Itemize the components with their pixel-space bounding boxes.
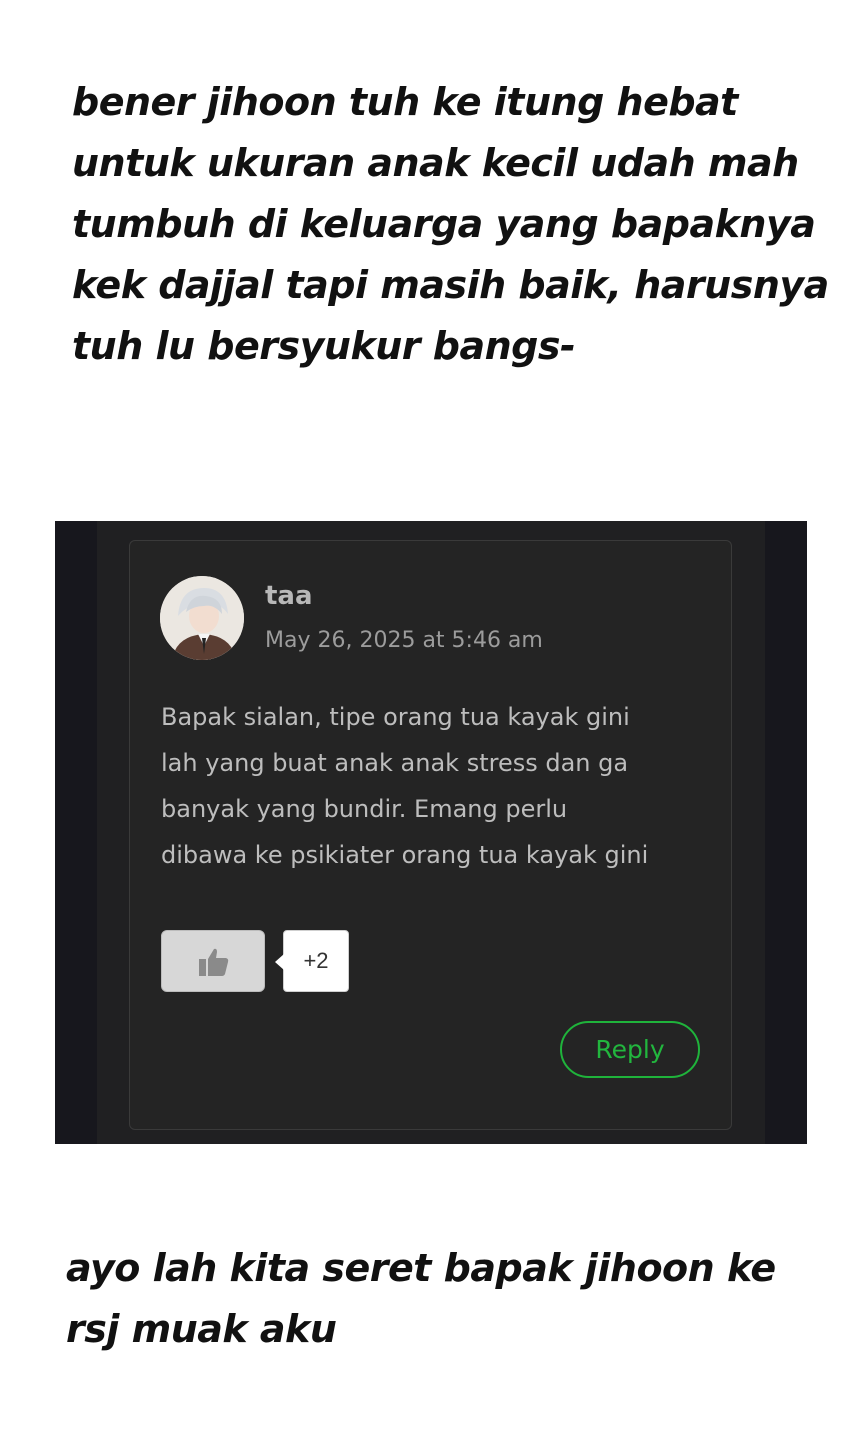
- caption-line: ayo lah kita seret bapak jihoon ke: [66, 1246, 776, 1290]
- comment-date[interactable]: May 26, 2025 at 5:46 am: [265, 628, 543, 653]
- caption-line: rsj muak aku: [66, 1307, 337, 1351]
- caption-line: bener jihoon tuh ke itung hebat: [72, 80, 738, 124]
- caption-line: untuk ukuran anak kecil udah mah: [72, 141, 799, 185]
- comment-body-line: Bapak sialan, tipe orang tua kayak gini: [161, 703, 630, 731]
- comment-screenshot: taa May 26, 2025 at 5:46 am Bapak sialan…: [55, 521, 807, 1144]
- like-count: +2: [275, 930, 349, 992]
- reply-button[interactable]: Reply: [560, 1021, 700, 1078]
- caption-line: tuh lu bersyukur bangs-: [72, 324, 576, 368]
- thumbs-up-icon: [199, 948, 229, 976]
- comment-body: Bapak sialan, tipe orang tua kayak gini …: [161, 694, 721, 878]
- like-button[interactable]: [161, 930, 265, 992]
- caption-bottom: ayo lah kita seret bapak jihoon ke rsj m…: [66, 1238, 776, 1360]
- caption-line: kek dajjal tapi masih baik, harusnya: [72, 263, 829, 307]
- avatar[interactable]: [160, 576, 244, 660]
- comment-body-line: dibawa ke psikiater orang tua kayak gini: [161, 841, 649, 869]
- caption-top: bener jihoon tuh ke itung hebat untuk uk…: [72, 72, 829, 377]
- comment-body-line: banyak yang bundir. Emang perlu: [161, 795, 568, 823]
- comment-author[interactable]: taa: [265, 581, 313, 611]
- caption-line: tumbuh di keluarga yang bapaknya: [72, 202, 816, 246]
- comment-body-line: lah yang buat anak anak stress dan ga: [161, 749, 629, 777]
